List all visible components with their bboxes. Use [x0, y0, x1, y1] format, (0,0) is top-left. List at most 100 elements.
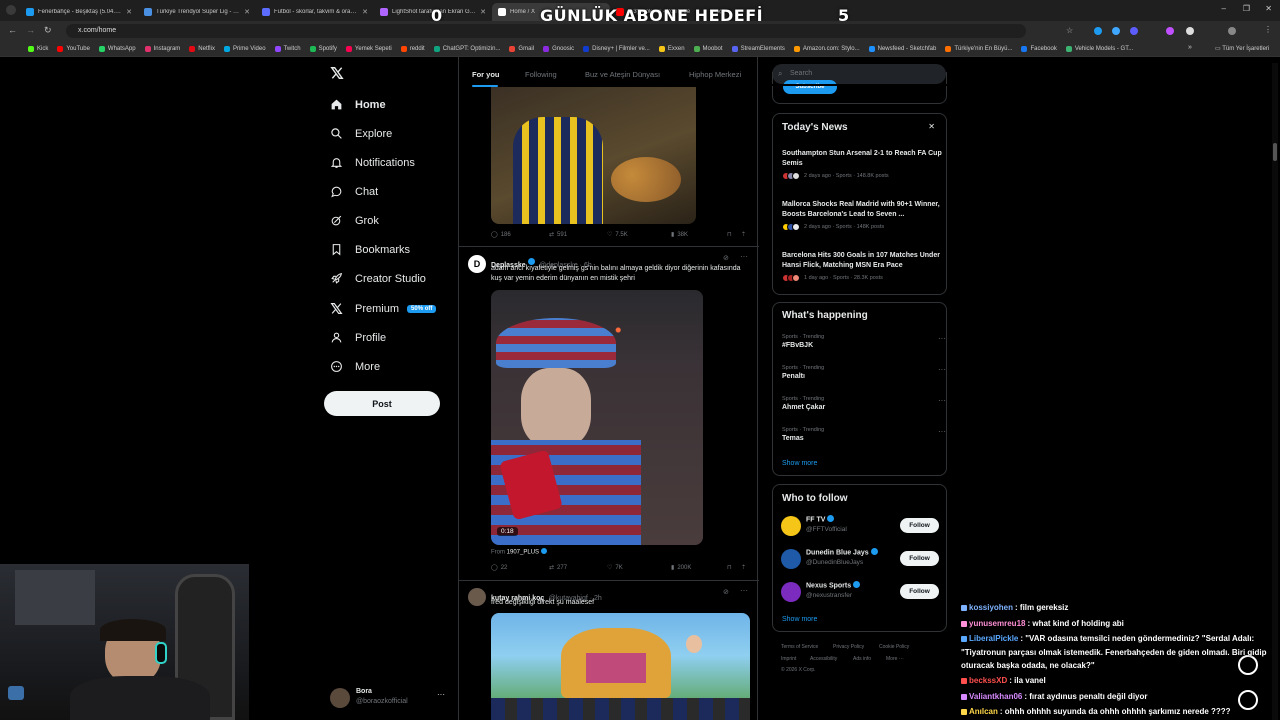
likes-action[interactable]: ♡ 7.5K [607, 231, 628, 239]
bookmark-item[interactable]: WhatsApp [98, 45, 136, 52]
forward-icon[interactable]: → [26, 25, 35, 35]
show-more-link[interactable]: Show more [782, 616, 817, 623]
extension-icon[interactable] [1130, 27, 1138, 35]
footer-link[interactable]: Ads info [853, 656, 871, 662]
bookmark-item[interactable]: Gnoosic [543, 45, 574, 52]
bookmark-item[interactable]: StreamElements [731, 45, 785, 52]
video-source-account[interactable]: 1907_PLUS [507, 550, 539, 556]
more-bookmarks-icon[interactable]: » [1188, 44, 1192, 51]
chat-username[interactable]: Valiantkhan06 [969, 692, 1022, 701]
nav-item-chat[interactable]: Chat [330, 185, 378, 198]
chat-bubble-icon[interactable] [1238, 655, 1258, 675]
reposts-action[interactable]: ⇄ 277 [549, 564, 567, 572]
tab-following[interactable]: Following [525, 70, 557, 79]
footer-link[interactable]: Imprint [781, 656, 796, 662]
chat-username[interactable]: Anılcan [969, 707, 998, 716]
nav-item-creator-studio[interactable]: Creator Studio [330, 272, 426, 285]
avatar[interactable] [781, 582, 801, 602]
post-video[interactable]: 0:18 [491, 290, 703, 545]
share-icon[interactable]: ⇡ [741, 231, 746, 238]
reload-icon[interactable]: ↻ [44, 25, 52, 36]
x-logo-icon[interactable] [330, 66, 344, 85]
all-bookmarks-link[interactable]: ▭ Tüm Yer İşaretleri [1215, 45, 1269, 52]
minimize-icon[interactable]: – [1222, 4, 1226, 13]
bookmark-item[interactable]: Disney+ | Filmler ve... [583, 45, 650, 52]
footer-link[interactable]: Privacy Policy [833, 644, 864, 650]
subscribe-button[interactable]: Subscribe [783, 80, 837, 94]
tab-search-icon[interactable] [6, 5, 16, 15]
post-image[interactable] [491, 613, 750, 720]
nav-item-more[interactable]: More [330, 360, 380, 373]
grok-icon[interactable]: ⊘ [723, 588, 729, 596]
extension-icon[interactable] [1166, 27, 1174, 35]
bookmark-item[interactable]: YouTube [57, 45, 90, 52]
bookmark-item[interactable]: Twitch [274, 45, 301, 52]
tab-for-you[interactable]: For you [472, 70, 500, 79]
avatar[interactable] [781, 516, 801, 536]
nav-item-explore[interactable]: Explore [330, 127, 392, 140]
avatar[interactable]: D [468, 255, 486, 273]
trend-item[interactable]: Sports · Trending Temas ··· [782, 427, 946, 442]
bookmark-item[interactable]: Amazon.com: Stylo... [793, 45, 860, 52]
bookmark-item[interactable]: Spotify [309, 45, 337, 52]
close-icon[interactable]: ✕ [928, 122, 935, 131]
bookmark-item[interactable]: Prime Video [223, 45, 266, 52]
tab-buz-ve-atesin-dunyasi[interactable]: Buz ve Ateşin Dünyası [585, 70, 660, 79]
trend-item[interactable]: Sports · Trending Penaltı ··· [782, 365, 946, 380]
profile-icon[interactable] [1228, 27, 1236, 35]
browser-tab[interactable]: Fenerbahçe - Beşiktaş (5.04.20... ✕ [20, 3, 138, 21]
news-item[interactable]: Barcelona Hits 300 Goals in 107 Matches … [782, 251, 942, 282]
news-item[interactable]: Mallorca Shocks Real Madrid with 90+1 Wi… [782, 200, 942, 231]
account-menu-icon[interactable]: ··· [437, 690, 445, 699]
views-action[interactable]: ▮ 38K [671, 231, 688, 239]
chat-username[interactable]: kossiyohen [969, 603, 1013, 612]
scrollbar[interactable] [1272, 63, 1278, 720]
trend-item[interactable]: Sports · Trending Ahmet Çakar ··· [782, 396, 946, 411]
bookmark-icon[interactable]: ⊓ [727, 231, 732, 238]
browser-tab[interactable]: Türkiye Trendyol Süper Lig - 20... ✕ [138, 3, 256, 21]
footer-link[interactable]: Cookie Policy [879, 644, 909, 650]
extension-icon[interactable] [1186, 27, 1194, 35]
bookmark-item[interactable]: ChatGPT: Optimizin... [433, 45, 500, 52]
footer-link[interactable]: More ··· [886, 656, 904, 662]
follow-button[interactable]: Follow [900, 551, 939, 566]
trend-more-icon[interactable]: ··· [938, 334, 946, 343]
show-more-link[interactable]: Show more [782, 460, 817, 467]
bookmark-item[interactable]: Exxen [658, 45, 685, 52]
bookmark-item[interactable]: Netflix [189, 45, 215, 52]
footer-link[interactable]: Terms of Service [781, 644, 818, 650]
bookmark-item[interactable]: Kick [28, 45, 48, 52]
chat-username[interactable]: LiberalPickle [969, 634, 1018, 643]
bookmark-item[interactable]: Yemek Sepeti [345, 45, 392, 52]
trend-item[interactable]: Sports · Trending #FBvBJK ··· [782, 334, 946, 349]
trend-more-icon[interactable]: ··· [938, 396, 946, 405]
chat-bubble-icon[interactable] [1238, 690, 1258, 710]
bookmark-item[interactable]: Vehicle Models - GT... [1065, 45, 1133, 52]
chat-username[interactable]: beckssXD [969, 676, 1007, 685]
replies-action[interactable]: ◯ 186 [491, 231, 511, 239]
news-item[interactable]: Southampton Stun Arsenal 2-1 to Reach FA… [782, 149, 942, 180]
post-button[interactable]: Post [324, 391, 440, 416]
tab-hiphop-merkezi[interactable]: Hiphop Merkezi [689, 70, 741, 79]
reposts-action[interactable]: ⇄ 591 [549, 231, 567, 239]
nav-item-premium[interactable]: Premium 50% off [330, 302, 437, 315]
trend-more-icon[interactable]: ··· [938, 365, 946, 374]
scrollbar-thumb[interactable] [1273, 143, 1277, 161]
bookmark-item[interactable]: Instagram [144, 45, 180, 52]
share-icon[interactable]: ⇡ [741, 564, 746, 571]
nav-item-notifications[interactable]: Notifications [330, 156, 415, 169]
avatar[interactable] [330, 688, 350, 708]
window-close-icon[interactable]: ✕ [1265, 4, 1272, 13]
follow-button[interactable]: Follow [900, 518, 939, 533]
browser-tab[interactable]: Futbol - skorlar, takvim & oran... ✕ [256, 3, 374, 21]
bookmark-item[interactable]: Moobot [693, 45, 723, 52]
bookmark-item[interactable]: reddit [400, 45, 425, 52]
bookmark-item[interactable]: Newsfeed - Sketchfab [868, 45, 936, 52]
back-icon[interactable]: ← [8, 25, 17, 35]
url-field[interactable]: x.com/home [66, 24, 1026, 38]
tab-close-icon[interactable]: ✕ [126, 8, 132, 16]
trend-more-icon[interactable]: ··· [938, 427, 946, 436]
account-name-row[interactable]: FF TV [806, 515, 835, 523]
grok-icon[interactable]: ⊘ [723, 254, 729, 262]
account-name-row[interactable]: Nexus Sports [806, 581, 861, 589]
